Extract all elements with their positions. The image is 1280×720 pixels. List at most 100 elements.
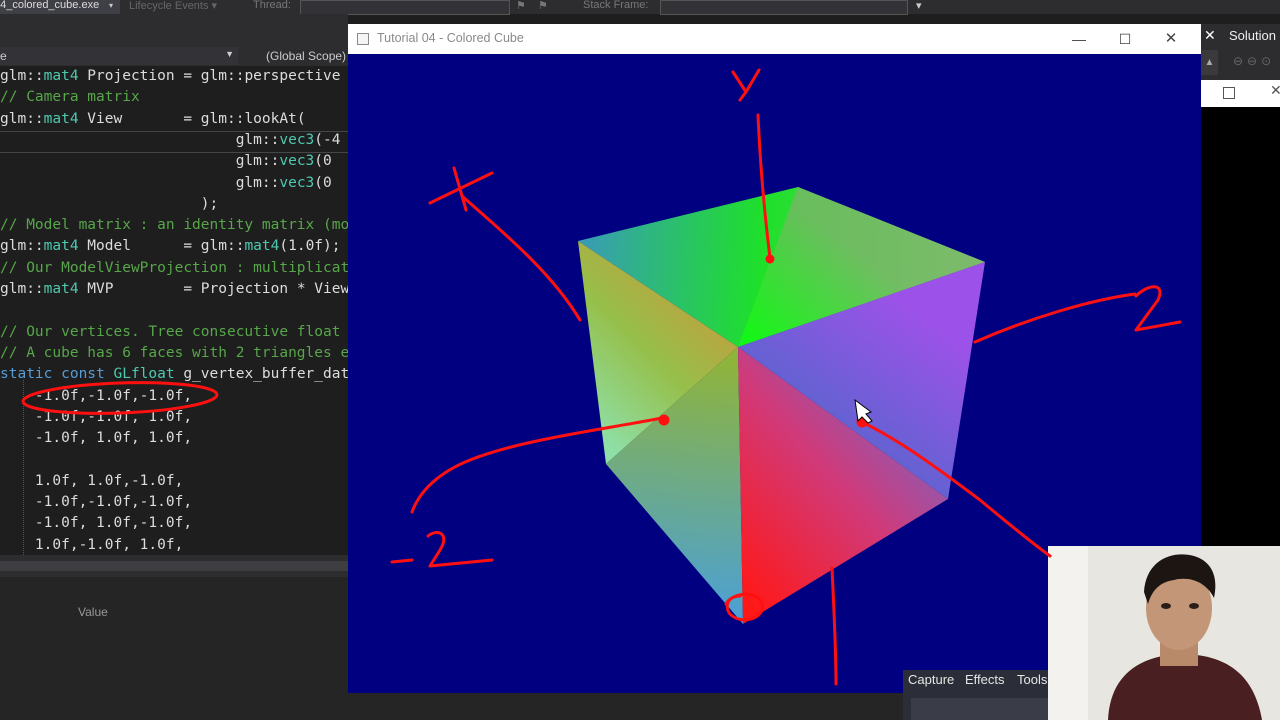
code-token: // Camera matrix [0,89,140,106]
output-panel [348,693,908,720]
stack-frame-dropdown[interactable] [660,0,908,15]
code-token: mat4 [244,238,280,255]
watch-panel: Value [0,577,348,720]
code-line[interactable]: -1.0f, 1.0f, 1.0f, [0,428,192,449]
code-token: glm:: [0,131,280,148]
navigation-icons[interactable]: ⊖⊖⊙ [1233,54,1275,68]
thread-dropdown[interactable] [300,0,510,15]
code-token: glm:: [0,238,44,255]
console-window [1201,107,1280,547]
code-line[interactable]: // Our ModelViewProjection : multiplicat [0,258,348,279]
code-token: (0 [314,153,332,170]
code-token: // Model matrix : an identity matrix (mo [0,217,348,234]
code-token: g_vertex_buffer_dat [174,366,348,383]
code-token: glm:: [0,281,44,297]
code-line[interactable]: static const GLfloat g_vertex_buffer_dat [0,364,348,385]
code-line[interactable]: glm::mat4 MVP = Projection * View [0,279,348,300]
code-token: // Our ModelViewProjection : multiplicat [0,259,348,276]
code-token: Projection = glm::perspective [78,68,341,84]
toolbar-overflow-icon[interactable]: ▾ [916,0,922,12]
code-line[interactable]: -1.0f,-1.0f, 1.0f, [0,407,192,428]
code-line[interactable]: -1.0f,-1.0f,-1.0f, [0,386,192,407]
code-token: vec3 [279,153,315,170]
code-editor[interactable]: glm::mat4 Projection = glm::perspective/… [0,66,348,555]
capture-menu[interactable]: Capture [908,672,954,687]
webcam-overlay [1048,546,1280,720]
code-token: mat4 [43,281,79,297]
effects-menu[interactable]: Effects [965,672,1005,687]
code-line[interactable]: -1.0f,-1.0f,-1.0f, [0,492,192,513]
console-window-titlebar: ✕ [1201,80,1280,107]
window-titlebar[interactable]: Tutorial 04 - Colored Cube — ☐ ✕ [348,24,1201,54]
code-line[interactable]: glm::mat4 View = glm::lookAt( [0,109,306,130]
solution-explorer-title: Solution [1229,28,1276,43]
code-token: (1.0f); [279,238,341,255]
code-token: -1.0f, 1.0f, 1.0f, [0,430,193,447]
navigation-bar: e ▼ (Global Scope) [0,46,348,67]
code-token: 1.0f, 1.0f,-1.0f, [0,472,184,489]
code-token: GLfloat [113,366,175,383]
panel-splitter[interactable] [0,555,348,577]
code-token: -1.0f,-1.0f, 1.0f, [0,408,193,425]
editor-tab-strip [0,14,348,46]
presenter-image [1048,546,1280,720]
stack-frame-label: Stack Frame: [583,0,649,11]
code-line[interactable]: glm::mat4 Projection = glm::perspective [0,66,340,87]
lifecycle-events-dropdown[interactable]: Lifecycle Events ▾ [129,0,217,12]
code-line[interactable]: 1.0f,-1.0f, 1.0f, [0,535,183,555]
global-scope-dropdown[interactable]: (Global Scope) [266,49,346,63]
value-column-header[interactable]: Value [78,605,108,619]
tools-menu[interactable]: Tools [1017,672,1047,687]
code-token: 1.0f,-1.0f, 1.0f, [0,536,184,553]
file-scope-label: e [0,49,7,63]
code-token: glm:: [0,174,280,191]
code-line[interactable]: ); [0,194,218,215]
code-token: -1.0f, 1.0f,-1.0f, [0,515,193,532]
code-token: vec3 [279,131,315,148]
window-title: Tutorial 04 - Colored Cube [377,31,524,45]
code-line[interactable]: // Model matrix : an identity matrix (mo [0,215,348,236]
app-icon [357,33,369,45]
code-token: mat4 [43,238,79,255]
code-line[interactable]: glm::mat4 Model = glm::mat4(1.0f); [0,236,340,257]
code-line[interactable]: glm::vec3(-4 [0,130,341,151]
obs-controls-panel: Capture Effects Tools [903,670,1051,720]
thread-label: Thread: [253,0,291,11]
code-token: mat4 [43,110,79,127]
code-line[interactable]: -1.0f, 1.0f,-1.0f, [0,513,192,534]
code-token: mat4 [43,68,79,84]
code-token: vec3 [279,174,315,191]
filter-icon[interactable]: ⚑ [538,0,548,12]
code-token: static const [0,366,114,383]
minimize-button[interactable]: — [1056,24,1102,54]
scroll-up-button[interactable]: ▲ [1201,50,1218,75]
code-line[interactable]: 1.0f, 1.0f,-1.0f, [0,471,183,492]
flag-icon[interactable]: ⚑ [516,0,526,12]
code-token: -1.0f,-1.0f,-1.0f, [0,387,193,404]
code-token: glm:: [0,153,280,170]
chevron-down-icon: ▼ [225,49,234,59]
obs-inner-panel [911,698,1051,720]
close-icon[interactable]: ✕ [1204,27,1216,44]
code-token: MVP = Projection * View [78,281,348,297]
maximize-button[interactable]: ☐ [1102,24,1148,54]
code-line[interactable]: // A cube has 6 faces with 2 triangles e [0,343,348,364]
code-token: -1.0f,-1.0f,-1.0f, [0,494,193,510]
code-token: Model = glm:: [78,238,245,255]
process-label: 04_colored_cube.exe [0,0,100,11]
code-line[interactable]: glm::vec3(0 [0,173,332,194]
lifecycle-events-label: Lifecycle Events [129,0,209,12]
close-button[interactable]: ✕ [1148,24,1194,54]
code-token: // Our vertices. Tree consecutive float [0,323,341,340]
code-token: View = glm::lookAt( [78,110,306,127]
code-line[interactable]: // Camera matrix [0,87,140,108]
close-icon[interactable]: ✕ [1270,82,1280,99]
code-token: ); [0,195,219,212]
maximize-icon[interactable] [1223,87,1235,99]
code-line[interactable]: // Our vertices. Tree consecutive float [0,322,340,343]
code-line[interactable]: glm::vec3(0 [0,151,332,172]
process-dropdown[interactable]: 04_colored_cube.exe ▾ [0,0,120,14]
horizontal-scrollbar[interactable] [0,561,348,571]
debug-toolbar: 04_colored_cube.exe ▾ Lifecycle Events ▾… [0,0,1280,15]
file-scope-dropdown[interactable]: e ▼ [0,47,238,65]
